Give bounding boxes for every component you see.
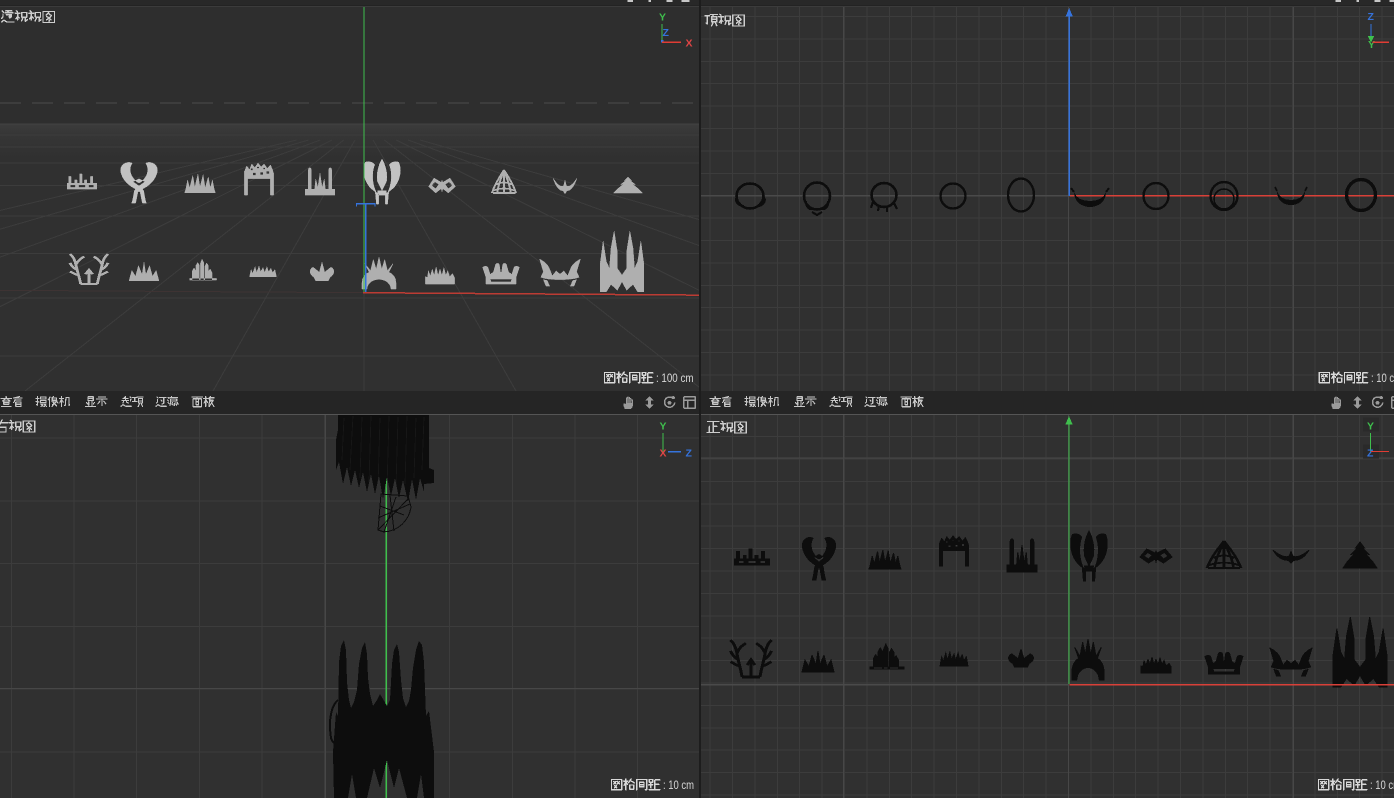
svg-text:Z: Z — [686, 448, 693, 460]
svg-text:: 100 cm: : 100 cm — [656, 371, 694, 385]
svg-text:Z: Z — [663, 27, 670, 39]
svg-text:: 10 cm: : 10 cm — [663, 778, 694, 792]
svg-text:Y: Y — [1368, 39, 1375, 51]
svg-text:Y: Y — [659, 12, 666, 24]
svg-text:Y: Y — [660, 421, 667, 433]
svg-text:: 10 cm: : 10 cm — [1371, 371, 1394, 385]
svg-text:X: X — [660, 448, 667, 460]
svg-text:Z: Z — [1367, 448, 1374, 460]
svg-text:Z: Z — [1368, 11, 1375, 23]
svg-text:: 10 cm: : 10 cm — [1370, 778, 1394, 792]
svg-text:Y: Y — [1367, 421, 1374, 433]
svg-text:X: X — [686, 38, 693, 50]
